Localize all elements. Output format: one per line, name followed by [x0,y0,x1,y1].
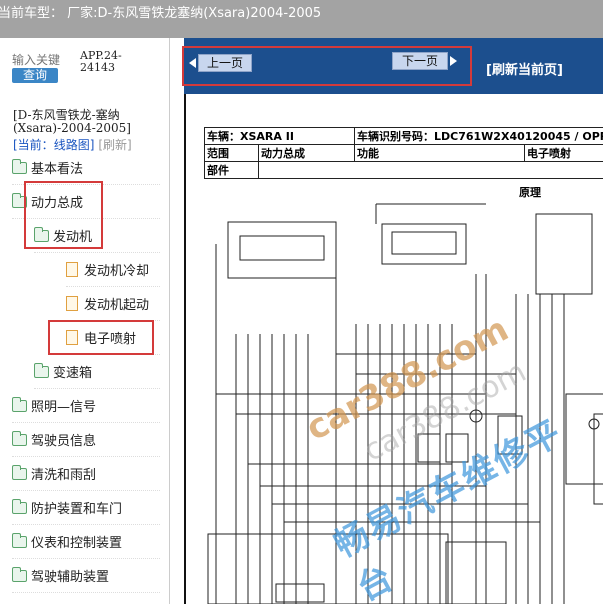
tree-item-label: 仪表和控制装置 [31,536,123,551]
document-viewer: 上一页 下一页 [刷新当前页] 车辆：XSARA II 车辆识别号码：LDC76… [171,38,603,604]
folder-icon [12,498,27,514]
document-icon [66,262,78,277]
breadcrumb-current-link[interactable]: 线路图] [54,138,95,152]
document-page: 车辆：XSARA II 车辆识别号码：LDC761W2X40120045 / O… [184,94,603,604]
tree-item-label: 驾驶员信息 [31,434,97,449]
tree-item-label: 照明—信号 [31,400,97,415]
refresh-page-link[interactable]: [刷新当前页] [486,59,563,78]
connector-block [227,221,337,279]
highlight-box-injection [48,320,154,355]
tree-item-label: 驾驶辅助装置 [31,570,110,585]
tree-item-driving-assist[interactable]: 驾驶辅助装置 [12,559,160,593]
page-nav-bar: 上一页 下一页 [刷新当前页] [182,38,603,94]
tree-item-wash-wipe[interactable]: 清洗和雨刮 [12,457,160,491]
top-bar: 当前车型： 厂家:D-东风雪铁龙塞纳(Xsara)2004-2005 [0,0,603,38]
breadcrumb-title: [D-东风雪铁龙-塞纳(Xsara)-2004-2005] [13,108,131,135]
highlight-box-powertrain [24,181,103,249]
breadcrumb-current-label: [当前： [13,138,54,152]
tree-item-label: 清洗和雨刮 [31,468,97,483]
document-icon [66,296,78,311]
tree-item-protection-doors[interactable]: 防护装置和车门 [12,491,160,525]
search-input[interactable] [12,52,60,68]
tree-item-label: 发动机冷却 [84,264,150,279]
highlight-box-nav [182,46,472,86]
search-button[interactable]: 查询 [12,68,58,83]
folder-icon [12,532,27,548]
tree-item-basic[interactable]: 基本看法 [12,151,160,185]
tree-item-lighting[interactable]: 照明—信号 [12,389,160,423]
folder-icon [12,158,27,174]
folder-icon [12,566,27,582]
tree-item-engine-start[interactable]: 发动机起动 [66,287,160,321]
tree-item-label: 变速箱 [53,366,93,381]
tree-item-driver-info[interactable]: 驾驶员信息 [12,423,160,457]
folder-icon [12,464,27,480]
folder-icon [34,362,49,378]
folder-icon [12,430,27,446]
app-code: APP.24-24143 [80,49,122,74]
tree-item-label: 发动机起动 [84,298,150,313]
tree-item-instruments[interactable]: 仪表和控制装置 [12,525,160,559]
tree-item-label: 基本看法 [31,162,84,177]
tree-item-label: 防护装置和车门 [31,502,123,517]
tree-item-engine-cooling[interactable]: 发动机冷却 [66,253,160,287]
folder-icon [12,396,27,412]
refresh-tree-link[interactable]: [刷新] [98,138,131,152]
sidebar: 查询 APP.24-24143 [D-东风雪铁龙-塞纳(Xsara)-2004-… [0,38,170,604]
current-model-label: 当前车型： 厂家:D-东风雪铁龙塞纳(Xsara)2004-2005 [0,6,322,21]
tree-item-gearbox[interactable]: 变速箱 [34,355,160,389]
